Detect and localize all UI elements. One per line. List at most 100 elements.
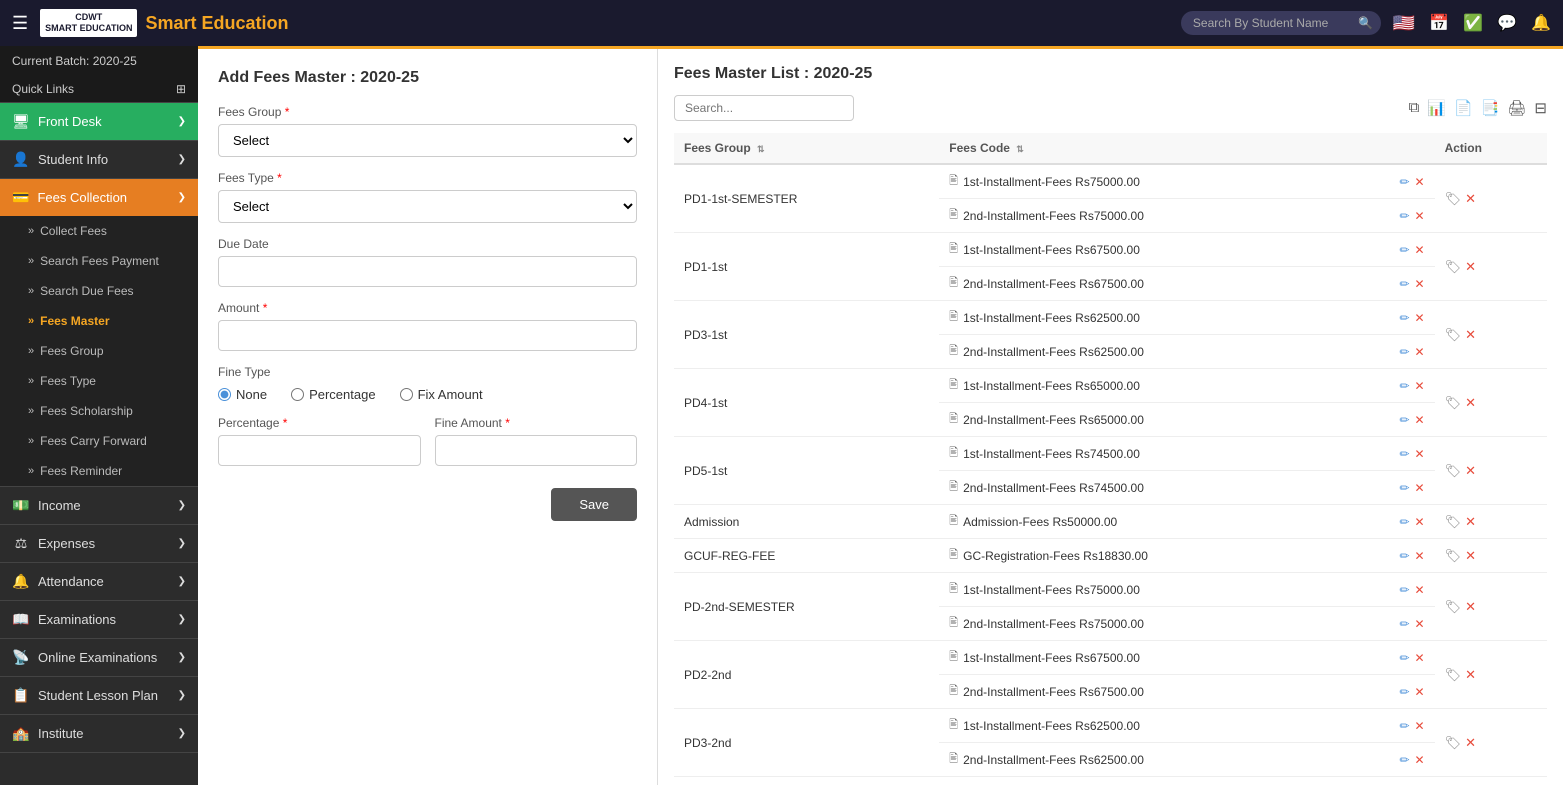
sidebar-item-institute[interactable]: 🏫 Institute ❯ (0, 715, 198, 752)
tag-icon[interactable]: 🏷 (1445, 259, 1462, 275)
sidebar-item-fees-master[interactable]: Fees Master (0, 306, 198, 336)
delete-icon[interactable]: ✕ (1415, 549, 1425, 563)
csv-icon[interactable]: 📄 (1454, 99, 1473, 117)
remove-icon[interactable]: ✕ (1465, 395, 1476, 411)
percentage-input[interactable] (218, 435, 421, 466)
columns-icon[interactable]: ⊟ (1534, 99, 1547, 117)
remove-icon[interactable]: ✕ (1465, 327, 1476, 343)
excel-icon[interactable]: 📊 (1427, 99, 1446, 117)
radio-percentage[interactable]: Percentage (291, 387, 376, 402)
student-search-input[interactable] (1181, 11, 1381, 35)
remove-icon[interactable]: ✕ (1465, 463, 1476, 479)
notifications-icon[interactable]: 🔔 (1531, 13, 1551, 33)
remove-icon[interactable]: ✕ (1465, 259, 1476, 275)
sidebar-item-fees-scholarship[interactable]: Fees Scholarship (0, 396, 198, 426)
hamburger-icon[interactable]: ☰ (12, 13, 28, 34)
edit-icon[interactable]: ✏ (1399, 651, 1409, 665)
delete-icon[interactable]: ✕ (1415, 583, 1425, 597)
sidebar-item-student-lesson-plan[interactable]: 📋 Student Lesson Plan ❯ (0, 677, 198, 714)
delete-icon[interactable]: ✕ (1415, 719, 1425, 733)
sidebar-item-attendance[interactable]: 🔔 Attendance ❯ (0, 563, 198, 600)
edit-icon[interactable]: ✏ (1399, 345, 1409, 359)
radio-fix-amount-input[interactable] (400, 388, 413, 401)
fine-amount-input[interactable] (435, 435, 638, 466)
remove-icon[interactable]: ✕ (1465, 667, 1476, 683)
delete-icon[interactable]: ✕ (1415, 413, 1425, 427)
flag-icon[interactable]: 🇺🇸 (1393, 13, 1415, 34)
sidebar-item-student-info[interactable]: 👤 Student Info ❯ (0, 141, 198, 178)
edit-icon[interactable]: ✏ (1399, 379, 1409, 393)
tag-icon[interactable]: 🏷 (1445, 191, 1462, 207)
radio-none-input[interactable] (218, 388, 231, 401)
radio-none[interactable]: None (218, 387, 267, 402)
copy-icon[interactable]: ⧉ (1409, 99, 1420, 117)
delete-icon[interactable]: ✕ (1415, 447, 1425, 461)
tag-icon[interactable]: 🏷 (1445, 599, 1462, 615)
sidebar-item-fees-carry-forward[interactable]: Fees Carry Forward (0, 426, 198, 456)
sidebar-item-examinations[interactable]: 📖 Examinations ❯ (0, 601, 198, 638)
tag-icon[interactable]: 🏷 (1445, 327, 1462, 343)
sidebar-item-expenses[interactable]: ⚖ Expenses ❯ (0, 525, 198, 562)
delete-icon[interactable]: ✕ (1415, 379, 1425, 393)
delete-icon[interactable]: ✕ (1415, 481, 1425, 495)
sidebar-item-fees-type[interactable]: Fees Type (0, 366, 198, 396)
delete-icon[interactable]: ✕ (1415, 175, 1425, 189)
remove-icon[interactable]: ✕ (1465, 514, 1476, 530)
edit-icon[interactable]: ✏ (1399, 481, 1409, 495)
sidebar-item-fees-reminder[interactable]: Fees Reminder (0, 456, 198, 486)
delete-icon[interactable]: ✕ (1415, 345, 1425, 359)
edit-icon[interactable]: ✏ (1399, 549, 1409, 563)
edit-icon[interactable]: ✏ (1399, 753, 1409, 767)
delete-icon[interactable]: ✕ (1415, 277, 1425, 291)
sort-icon[interactable]: ⇅ (757, 144, 765, 154)
tag-icon[interactable]: 🏷 (1445, 395, 1462, 411)
sidebar-item-front-desk[interactable]: 🖥 Front Desk ❯ (0, 103, 198, 140)
due-date-input[interactable] (218, 256, 637, 287)
save-button[interactable]: Save (551, 488, 637, 521)
edit-icon[interactable]: ✏ (1399, 243, 1409, 257)
fees-group-select[interactable]: Select (218, 124, 637, 157)
calendar-icon[interactable]: 📅 (1429, 13, 1449, 33)
delete-icon[interactable]: ✕ (1415, 311, 1425, 325)
edit-icon[interactable]: ✏ (1399, 277, 1409, 291)
edit-icon[interactable]: ✏ (1399, 515, 1409, 529)
sidebar-item-fees-collection[interactable]: 💳 Fees Collection ❯ (0, 179, 198, 216)
delete-icon[interactable]: ✕ (1415, 209, 1425, 223)
sidebar-item-income[interactable]: 💵 Income ❯ (0, 487, 198, 524)
edit-icon[interactable]: ✏ (1399, 311, 1409, 325)
tag-icon[interactable]: 🏷 (1445, 463, 1462, 479)
edit-icon[interactable]: ✏ (1399, 175, 1409, 189)
tag-icon[interactable]: 🏷 (1445, 514, 1462, 530)
edit-icon[interactable]: ✏ (1399, 685, 1409, 699)
tag-icon[interactable]: 🏷 (1445, 735, 1462, 751)
print-icon[interactable]: 🖨 (1507, 99, 1526, 117)
remove-icon[interactable]: ✕ (1465, 191, 1476, 207)
edit-icon[interactable]: ✏ (1399, 209, 1409, 223)
tag-icon[interactable]: 🏷 (1445, 548, 1462, 564)
delete-icon[interactable]: ✕ (1415, 617, 1425, 631)
delete-icon[interactable]: ✕ (1415, 685, 1425, 699)
delete-icon[interactable]: ✕ (1415, 515, 1425, 529)
edit-icon[interactable]: ✏ (1399, 583, 1409, 597)
whatsapp-icon[interactable]: 💬 (1497, 13, 1517, 33)
sidebar-item-online-examinations[interactable]: 📡 Online Examinations ❯ (0, 639, 198, 676)
remove-icon[interactable]: ✕ (1465, 548, 1476, 564)
sidebar-item-collect-fees[interactable]: Collect Fees (0, 216, 198, 246)
edit-icon[interactable]: ✏ (1399, 617, 1409, 631)
tag-icon[interactable]: 🏷 (1445, 667, 1462, 683)
remove-icon[interactable]: ✕ (1465, 599, 1476, 615)
sidebar-item-search-due-fees[interactable]: Search Due Fees (0, 276, 198, 306)
delete-icon[interactable]: ✕ (1415, 243, 1425, 257)
edit-icon[interactable]: ✏ (1399, 719, 1409, 733)
pdf-icon[interactable]: 📑 (1481, 99, 1500, 117)
sidebar-item-fees-group[interactable]: Fees Group (0, 336, 198, 366)
tasks-icon[interactable]: ✅ (1463, 13, 1483, 33)
fees-type-select[interactable]: Select (218, 190, 637, 223)
delete-icon[interactable]: ✕ (1415, 651, 1425, 665)
list-search-input[interactable] (674, 95, 854, 121)
edit-icon[interactable]: ✏ (1399, 447, 1409, 461)
sort-icon[interactable]: ⇅ (1016, 144, 1024, 154)
radio-fix-amount[interactable]: Fix Amount (400, 387, 483, 402)
sidebar-item-search-fees-payment[interactable]: Search Fees Payment (0, 246, 198, 276)
amount-input[interactable] (218, 320, 637, 351)
